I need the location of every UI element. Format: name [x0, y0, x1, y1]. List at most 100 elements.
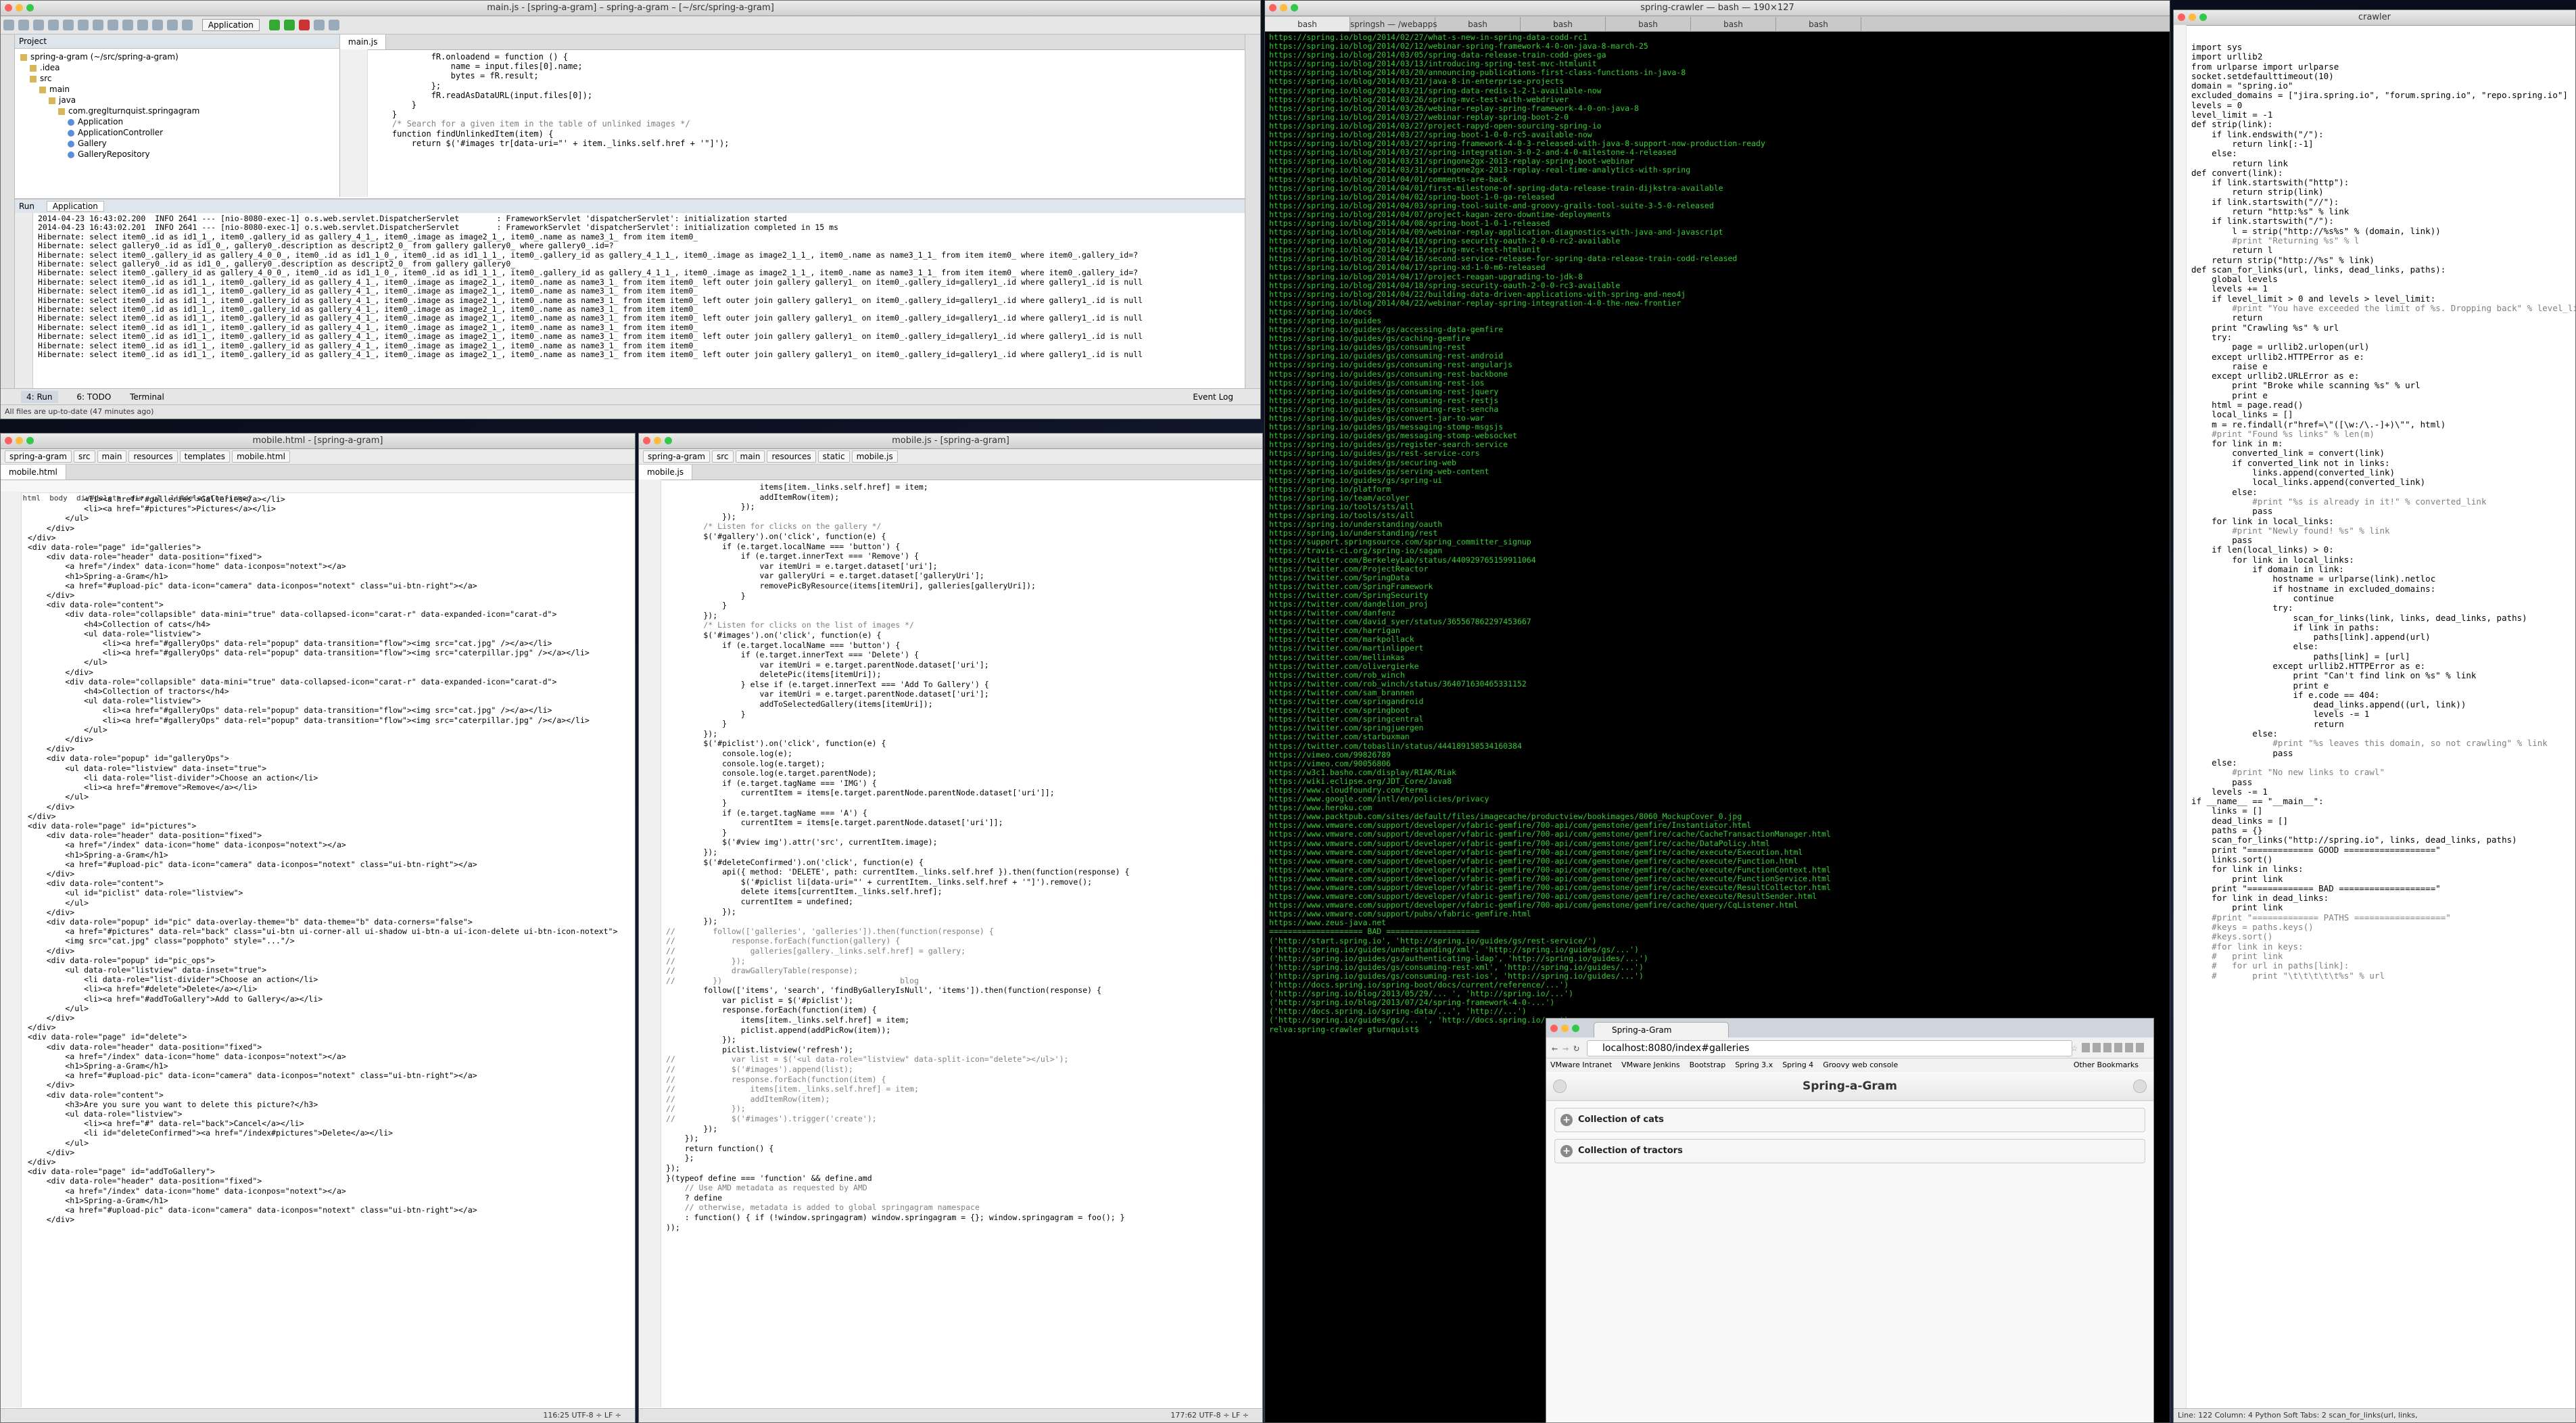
event-log-button[interactable]: Event Log: [1193, 389, 1233, 405]
debug-icon[interactable]: [283, 20, 295, 30]
tool-tab-todo[interactable]: 6: TODO: [76, 392, 111, 402]
run-panel-tab-application[interactable]: Application: [46, 201, 104, 212]
build-icon[interactable]: [182, 20, 193, 30]
replace-icon[interactable]: [137, 20, 148, 30]
paste-icon[interactable]: [108, 20, 118, 30]
find-icon[interactable]: [122, 20, 133, 30]
tree-node[interactable]: spring-a-gram (~/src/spring-a-gram): [20, 51, 339, 62]
save-icon[interactable]: [18, 20, 29, 30]
tree-node[interactable]: GalleryRepository: [20, 149, 339, 160]
tree-node[interactable]: java: [20, 95, 339, 106]
collapsible-tractors[interactable]: + Collection of tractors: [1554, 1139, 2145, 1163]
run-icon[interactable]: [268, 20, 280, 30]
back-icon[interactable]: [152, 20, 163, 30]
tab-mobile-js[interactable]: mobile.js: [639, 465, 693, 480]
terminal-tab[interactable]: bash: [1776, 17, 1861, 31]
zoom-icon[interactable]: [665, 437, 672, 444]
reload-icon[interactable]: ↻: [1573, 1042, 1579, 1054]
tree-node[interactable]: main: [20, 84, 339, 95]
js-editor-code[interactable]: items[item._links.self.href] = item; add…: [666, 482, 1262, 1407]
python-status-text[interactable]: Line: 122 Column: 4 Python Soft Tabs: 2 …: [2178, 1411, 2418, 1420]
browser-tab[interactable]: Spring-a-Gram: [1594, 1022, 1729, 1037]
sdk-icon[interactable]: [313, 20, 325, 30]
tree-node[interactable]: .idea: [20, 62, 339, 73]
other-bookmarks[interactable]: Other Bookmarks: [2074, 1058, 2139, 1072]
sync-icon[interactable]: [33, 20, 44, 30]
tree-node[interactable]: ApplicationController: [20, 127, 339, 138]
terminal-tab[interactable]: bash: [1265, 17, 1350, 31]
main-editor-code[interactable]: fR.onloadend = function () { name = inpu…: [373, 52, 1246, 197]
redo-icon[interactable]: [63, 20, 74, 30]
open-icon[interactable]: [3, 20, 14, 30]
close-icon[interactable]: [643, 437, 650, 444]
forward-icon[interactable]: [167, 20, 178, 30]
breadcrumb-item[interactable]: main: [97, 450, 127, 463]
zoom-icon[interactable]: [26, 437, 34, 444]
run-config-select[interactable]: Application: [201, 19, 260, 31]
tool-tab-run[interactable]: 4: Run: [21, 391, 58, 403]
tree-node[interactable]: com.greglturnquist.springagram: [20, 106, 339, 116]
minimize-icon[interactable]: [1561, 1025, 1569, 1032]
cut-icon[interactable]: [78, 20, 89, 30]
tool-tab-terminal[interactable]: Terminal: [130, 392, 164, 402]
breadcrumb-item[interactable]: mobile.html: [232, 450, 290, 463]
undo-icon[interactable]: [48, 20, 59, 30]
zoom-icon[interactable]: [2199, 14, 2207, 21]
close-icon[interactable]: [1550, 1025, 1558, 1032]
breadcrumb-item[interactable]: src: [73, 450, 95, 463]
camera-icon[interactable]: [2133, 1079, 2147, 1093]
forward-icon[interactable]: →: [1563, 1042, 1569, 1054]
breadcrumb-item[interactable]: templates: [179, 450, 231, 463]
minimize-icon[interactable]: [16, 4, 23, 11]
extension-icons[interactable]: [2082, 1043, 2147, 1052]
bookmark-item[interactable]: Groovy web console: [1823, 1060, 1898, 1069]
breadcrumb-item[interactable]: resources: [767, 450, 816, 463]
tab-main-js[interactable]: main.js: [340, 34, 387, 49]
python-editor-code[interactable]: import sys import urllib2 from urlparse im…: [2191, 43, 2575, 1409]
tree-node[interactable]: Gallery: [20, 138, 339, 149]
minimize-icon[interactable]: [1280, 4, 1287, 11]
breadcrumb-item[interactable]: spring-a-gram: [643, 450, 710, 463]
minimize-icon[interactable]: [2189, 14, 2196, 21]
html-cursor-position[interactable]: 116:25 UTF-8 ÷ LF ÷: [543, 1411, 621, 1420]
zoom-icon[interactable]: [1572, 1025, 1579, 1032]
address-bar[interactable]: localhost:8080/index#galleries: [1587, 1040, 2072, 1056]
html-editor-code[interactable]: <li><a href="#galleries">Galleries</a></…: [28, 494, 635, 1407]
breadcrumb-item[interactable]: src: [711, 450, 734, 463]
breadcrumb-item[interactable]: mobile.js: [851, 450, 898, 463]
run-console-output[interactable]: 2014-04-23 16:43:02.200 INFO 2641 --- [n…: [38, 214, 1245, 390]
minimize-icon[interactable]: [16, 437, 23, 444]
back-icon[interactable]: ←: [1552, 1042, 1558, 1054]
bookmark-item[interactable]: Bootstrap: [1690, 1060, 1726, 1069]
tree-node[interactable]: src: [20, 73, 339, 84]
breadcrumb-item[interactable]: spring-a-gram: [5, 450, 72, 463]
breadcrumb-item[interactable]: resources: [128, 450, 178, 463]
close-icon[interactable]: [2178, 14, 2185, 21]
terminal-tab[interactable]: springsh — /webapps: [1350, 17, 1437, 31]
bookmark-item[interactable]: VMware Intranet: [1550, 1060, 1612, 1069]
close-icon[interactable]: [5, 437, 12, 444]
bookmark-star-icon[interactable]: ☆: [2071, 1041, 2078, 1054]
zoom-icon[interactable]: [1291, 4, 1298, 11]
terminal-tab[interactable]: bash: [1521, 17, 1606, 31]
tree-node[interactable]: Application: [20, 116, 339, 127]
tab-mobile-html[interactable]: mobile.html: [1, 465, 66, 480]
bookmark-item[interactable]: Spring 4: [1782, 1060, 1813, 1069]
copy-icon[interactable]: [93, 20, 103, 30]
terminal-tab[interactable]: bash: [1435, 17, 1521, 31]
close-icon[interactable]: [5, 4, 12, 11]
breadcrumb-item[interactable]: main: [735, 450, 765, 463]
zoom-icon[interactable]: [26, 4, 34, 11]
bookmark-item[interactable]: VMware Jenkins: [1621, 1060, 1679, 1069]
stop-icon[interactable]: [298, 20, 310, 30]
collapsible-cats[interactable]: + Collection of cats: [1554, 1108, 2145, 1132]
close-icon[interactable]: [1269, 4, 1277, 11]
terminal-tab[interactable]: bash: [1606, 17, 1691, 31]
terminal-tab[interactable]: bash: [1691, 17, 1776, 31]
home-icon[interactable]: [1553, 1079, 1567, 1093]
help-icon[interactable]: [328, 20, 339, 30]
breadcrumb-item[interactable]: static: [817, 450, 850, 463]
bookmark-item[interactable]: Spring 3.x: [1735, 1060, 1773, 1069]
js-cursor-position[interactable]: 177:62 UTF-8 ÷ LF ÷: [1170, 1411, 1249, 1420]
minimize-icon[interactable]: [654, 437, 661, 444]
